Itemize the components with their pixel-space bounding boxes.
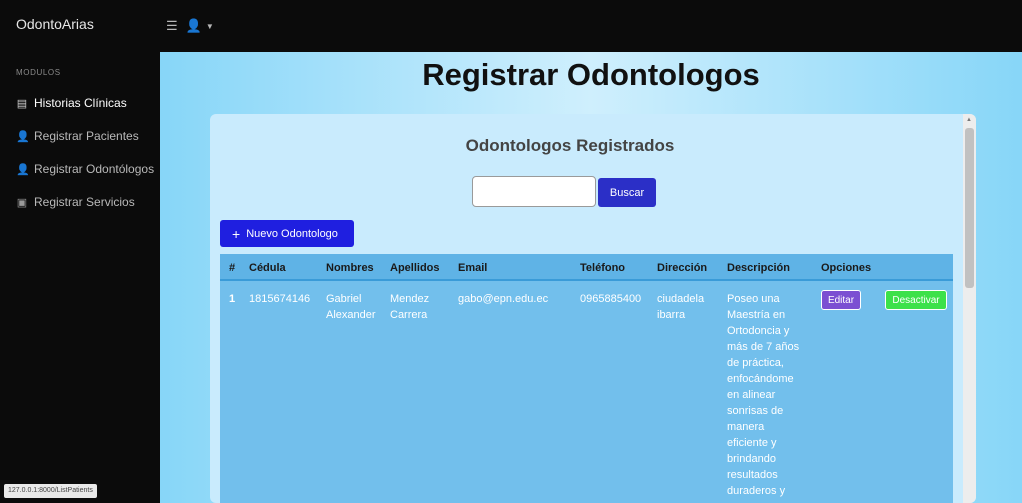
column-header: Email: [458, 262, 488, 274]
scrollbar-thumb[interactable]: [965, 128, 974, 288]
status-bar-url: 127.0.0.1:8000/ListPatients: [4, 484, 97, 498]
chevron-down-icon[interactable]: ▼: [206, 22, 214, 31]
new-dentist-label: Nuevo Odontologo: [246, 227, 338, 240]
column-header: Apellidos: [390, 262, 440, 274]
sidebar-item-registrar-odontologos[interactable]: 👤 Registrar Odontólogos: [16, 162, 154, 176]
email-cell: gabo@epn.edu.ec: [458, 293, 549, 305]
plus-icon: +: [232, 225, 241, 242]
sidebar-item-historias-clinicas[interactable]: ▤ Historias Clínicas: [16, 96, 127, 110]
user-plus-icon: 👤: [16, 130, 30, 143]
apellidos-cell: Mendez Carrera: [390, 293, 430, 321]
top-icons: ☰ 👤 ▼: [166, 18, 214, 34]
column-header: Dirección: [657, 262, 708, 274]
sidebar-item-registrar-servicios[interactable]: ▣ Registrar Servicios: [16, 195, 135, 209]
deactivate-button[interactable]: Desactivar: [885, 290, 947, 310]
edit-button[interactable]: Editar: [821, 290, 861, 310]
sidebar-item-label: Registrar Servicios: [34, 195, 135, 209]
column-header: Teléfono: [580, 262, 626, 274]
hamburger-menu-icon[interactable]: ☰: [166, 18, 178, 34]
card-scrollbar[interactable]: ▲: [963, 114, 976, 503]
user-icon[interactable]: 👤: [186, 18, 202, 34]
page-title: Registrar Odontologos: [422, 57, 760, 92]
user-plus-icon: 👤: [16, 163, 30, 176]
document-icon: ▤: [16, 97, 28, 110]
sidebar-item-registrar-pacientes[interactable]: 👤 Registrar Pacientes: [16, 129, 139, 143]
top-navbar: OdontoArias ☰ 👤 ▼: [0, 0, 1022, 52]
dentists-card: Odontologos Registrados Buscar + Nuevo O…: [210, 114, 976, 503]
main-content: Registrar Odontologos Odontologos Regist…: [160, 52, 1022, 503]
card-title: Odontologos Registrados: [465, 136, 675, 155]
nombres-cell: Gabriel Alexander: [326, 293, 376, 321]
sidebar-item-label: Registrar Pacientes: [34, 129, 139, 143]
calendar-icon: ▣: [16, 196, 28, 209]
column-header: #: [229, 262, 236, 274]
dentists-table: # Cédula Nombres Apellidos Email Teléfon…: [220, 254, 953, 503]
sidebar: MODULOS ▤ Historias Clínicas 👤 Registrar…: [0, 52, 160, 503]
sidebar-item-label: Registrar Odontólogos: [34, 162, 155, 176]
telefono-cell: 0965885400: [580, 293, 642, 305]
brand-name[interactable]: OdontoArias: [16, 16, 94, 32]
search-button[interactable]: Buscar: [598, 178, 656, 207]
table-header: # Cédula Nombres Apellidos Email Teléfon…: [220, 254, 953, 281]
sidebar-item-label: Historias Clínicas: [34, 96, 127, 110]
scroll-up-arrow-icon[interactable]: ▲: [966, 117, 972, 123]
column-header: Opciones: [821, 262, 872, 274]
column-header: Nombres: [326, 262, 374, 274]
column-header: Descripción: [727, 262, 790, 274]
cedula-cell: 1815674146: [249, 293, 311, 305]
search-input[interactable]: [472, 176, 596, 207]
column-header: Cédula: [249, 262, 286, 274]
sidebar-section-label: MODULOS: [16, 68, 61, 77]
row-number: 1: [229, 293, 236, 305]
new-dentist-button[interactable]: + Nuevo Odontologo: [220, 220, 354, 247]
descripcion-cell: Poseo una Maestría en Ortodoncia y más d…: [727, 293, 800, 497]
direccion-cell: ciudadela ibarra: [657, 293, 705, 321]
